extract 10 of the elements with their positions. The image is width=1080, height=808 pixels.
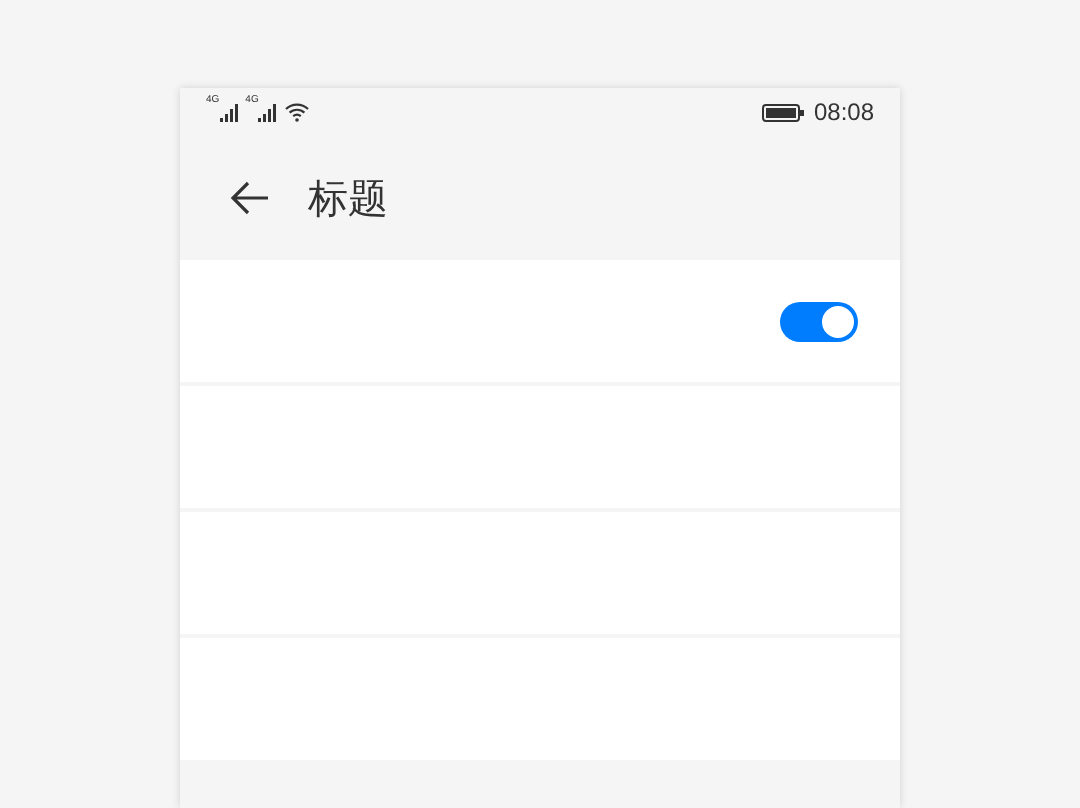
back-button[interactable] — [228, 176, 272, 220]
clock-time: 08:08 — [813, 96, 874, 130]
list-row[interactable] — [180, 260, 900, 382]
wifi-icon — [284, 102, 311, 122]
signal-icon — [258, 103, 279, 121]
page-title: 标题 — [308, 172, 388, 226]
battery-icon — [761, 103, 804, 121]
toggle-switch[interactable] — [780, 301, 858, 341]
back-arrow-icon — [230, 180, 270, 216]
signal-icon — [219, 103, 240, 121]
